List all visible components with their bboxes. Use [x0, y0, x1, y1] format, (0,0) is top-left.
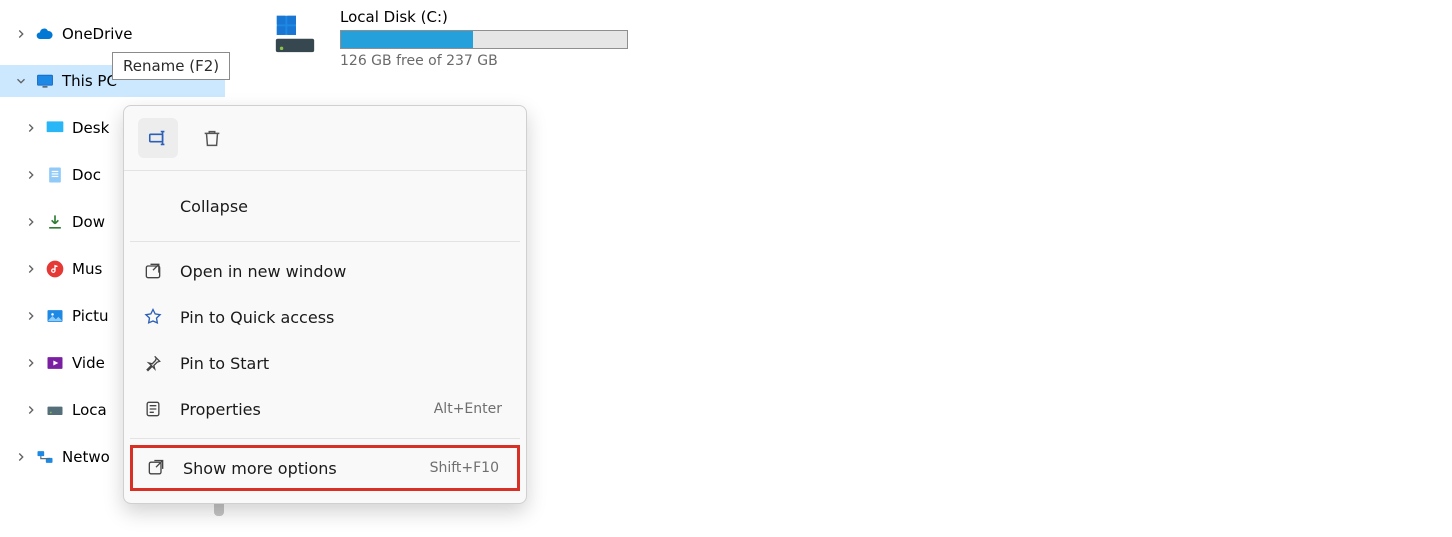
music-icon	[44, 258, 66, 280]
chevron-right-icon	[14, 450, 28, 464]
cloud-icon	[34, 23, 56, 45]
menu-label: Show more options	[183, 459, 414, 478]
disk-tile[interactable]: Local Disk (C:) 126 GB free of 237 GB	[270, 8, 628, 69]
menu-show-more-options[interactable]: Show more options Shift+F10	[130, 445, 520, 491]
pictures-icon	[44, 305, 66, 327]
drive-icon	[270, 8, 320, 58]
videos-icon	[44, 352, 66, 374]
tree-item-onedrive[interactable]: OneDrive	[0, 18, 225, 50]
download-icon	[44, 211, 66, 233]
menu-shortcut: Shift+F10	[430, 460, 505, 476]
tree-label: Dow	[72, 213, 105, 231]
menu-pin-start[interactable]: Pin to Start	[130, 340, 520, 386]
menu-label: Pin to Quick access	[180, 308, 508, 327]
chevron-right-icon	[24, 403, 38, 417]
pin-icon	[142, 353, 164, 373]
menu-label: Pin to Start	[180, 354, 508, 373]
network-icon	[34, 446, 56, 468]
open-new-window-icon	[142, 261, 164, 281]
tooltip-rename: Rename (F2)	[112, 52, 230, 80]
desktop-icon	[44, 117, 66, 139]
properties-icon	[142, 399, 164, 419]
chevron-right-icon	[24, 356, 38, 370]
tree-label: Mus	[72, 260, 102, 278]
menu-pin-quick-access[interactable]: Pin to Quick access	[130, 294, 520, 340]
context-toolbar	[124, 112, 526, 171]
documents-icon	[44, 164, 66, 186]
disk-free-text: 126 GB free of 237 GB	[340, 53, 628, 69]
monitor-icon	[34, 70, 56, 92]
tree-label: Desk	[72, 119, 109, 137]
menu-properties[interactable]: Properties Alt+Enter	[130, 386, 520, 432]
menu-shortcut: Alt+Enter	[434, 401, 508, 417]
rename-button[interactable]	[138, 118, 178, 158]
disk-info: Local Disk (C:) 126 GB free of 237 GB	[340, 8, 628, 69]
star-icon	[142, 307, 164, 327]
tree-label: Doc	[72, 166, 101, 184]
menu-label: Collapse	[180, 197, 508, 216]
show-more-icon	[145, 458, 167, 478]
menu-label: Open in new window	[180, 262, 508, 281]
menu-open-new-window[interactable]: Open in new window	[130, 248, 520, 294]
chevron-right-icon	[24, 215, 38, 229]
tooltip-text: Rename (F2)	[123, 57, 219, 75]
chevron-down-icon	[14, 74, 28, 88]
chevron-right-icon	[14, 27, 28, 41]
tree-label: OneDrive	[62, 25, 133, 43]
tree-label: Loca	[72, 401, 107, 419]
disk-title: Local Disk (C:)	[340, 8, 628, 26]
disk-usage-bar	[340, 30, 628, 49]
tree-label: This PC	[62, 72, 117, 90]
tree-label: Pictu	[72, 307, 109, 325]
chevron-right-icon	[24, 309, 38, 323]
chevron-right-icon	[24, 121, 38, 135]
context-menu: Collapse Open in new window Pin to Quick…	[123, 105, 527, 504]
tree-label: Vide	[72, 354, 105, 372]
tree-label: Netwo	[62, 448, 110, 466]
drive-icon	[44, 399, 66, 421]
menu-collapse[interactable]: Collapse	[130, 177, 520, 235]
menu-label: Properties	[180, 400, 418, 419]
delete-button[interactable]	[192, 118, 232, 158]
chevron-right-icon	[24, 168, 38, 182]
chevron-right-icon	[24, 262, 38, 276]
